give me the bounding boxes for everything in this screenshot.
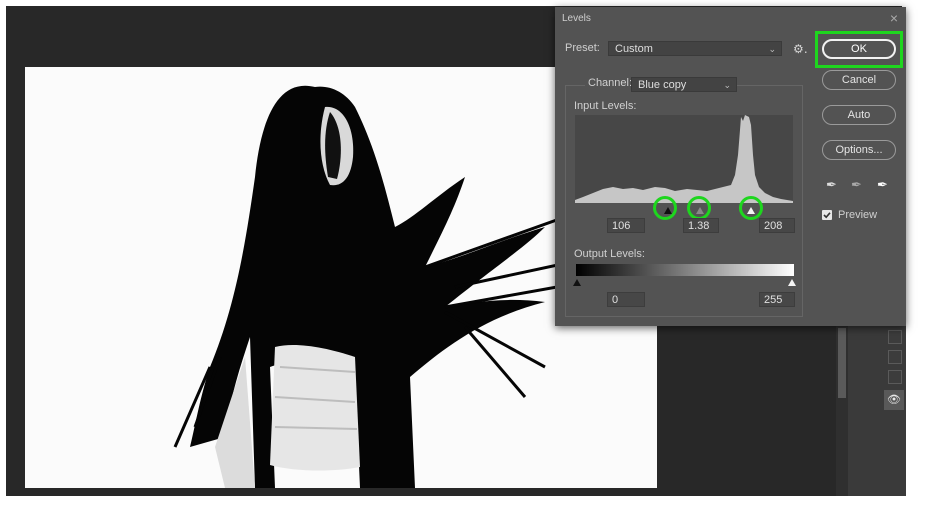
output-gradient	[576, 264, 794, 276]
preview-checkbox[interactable]	[822, 210, 832, 220]
layer-visibility-box[interactable]	[888, 330, 902, 344]
output-white-field[interactable]: 255	[759, 292, 795, 307]
gray-eyedropper-icon[interactable]: ✒	[851, 177, 862, 193]
auto-button[interactable]: Auto	[822, 105, 896, 125]
layer-visibility-box[interactable]	[888, 370, 902, 384]
layer-visibility-box[interactable]	[888, 350, 902, 364]
chevron-down-icon: ⌄	[723, 80, 731, 90]
close-icon[interactable]: ×	[890, 10, 898, 26]
gear-icon[interactable]: ⚙․	[793, 42, 808, 56]
output-black-field[interactable]: 0	[607, 292, 645, 307]
dialog-title: Levels	[562, 13, 591, 24]
white-eyedropper-icon[interactable]: ✒	[877, 177, 888, 193]
output-black-slider[interactable]	[573, 279, 581, 286]
preset-label: Preset:	[565, 42, 600, 54]
input-white-field[interactable]: 208	[759, 218, 795, 233]
output-levels-label: Output Levels:	[574, 248, 645, 260]
black-eyedropper-icon[interactable]: ✒	[826, 177, 837, 193]
preview-label: Preview	[838, 209, 878, 221]
preset-value: Custom	[615, 43, 653, 55]
ok-button[interactable]: OK	[822, 39, 896, 59]
options-button[interactable]: Options...	[822, 140, 896, 160]
scrollbar-thumb[interactable]	[838, 328, 846, 398]
cancel-button[interactable]: Cancel	[822, 70, 896, 90]
highlight-ring	[653, 196, 677, 220]
channel-value: Blue copy	[638, 79, 687, 91]
levels-dialog: Levels × Preset: Custom ⌄ ⚙․ Channel: Bl…	[555, 7, 906, 326]
preset-select[interactable]: Custom ⌄	[608, 41, 782, 56]
input-black-field[interactable]: 106	[607, 218, 645, 233]
highlight-ring	[687, 196, 711, 220]
input-levels-label: Input Levels:	[574, 100, 637, 112]
histogram	[575, 115, 793, 203]
channel-label: Channel:	[585, 77, 636, 89]
chevron-down-icon: ⌄	[768, 44, 776, 54]
highlight-ring	[739, 196, 763, 220]
input-gamma-field[interactable]: 1.38	[683, 218, 719, 233]
output-white-slider[interactable]	[788, 279, 796, 286]
eye-icon[interactable]: 👁	[884, 390, 904, 410]
ok-highlight: OK	[815, 31, 903, 68]
channel-select[interactable]: Blue copy ⌄	[631, 77, 737, 92]
